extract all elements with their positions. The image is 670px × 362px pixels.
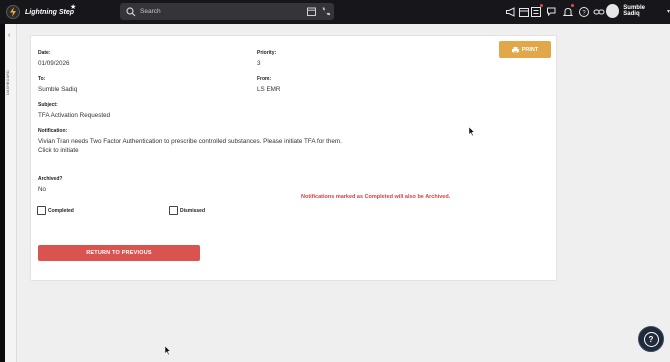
user-name: Sumble Sadiq [623, 5, 645, 17]
lightning-logo-icon [6, 5, 20, 19]
avatar [606, 4, 620, 18]
subject-label: Subject: [38, 102, 58, 108]
date-value: 01/09/2026 [38, 60, 70, 67]
calendar-icon[interactable] [518, 6, 530, 18]
collapsed-sidebar: ‹ DASHBOARD [5, 24, 17, 362]
app-name: Lightning Step [25, 8, 74, 16]
to-label: To: [38, 76, 46, 82]
search-bar[interactable] [120, 3, 334, 20]
subject-value: TFA Activation Requested [38, 112, 111, 119]
from-value: LS EMR [257, 86, 281, 93]
search-input[interactable] [140, 8, 290, 15]
completed-label[interactable]: Completed [48, 208, 74, 214]
brand[interactable]: Lightning Step [6, 3, 74, 21]
print-label: PRINT [521, 46, 539, 53]
from-label: From: [257, 76, 272, 82]
mouse-cursor-icon [469, 127, 475, 136]
top-navigation-bar: Lightning Step ★ ? [0, 0, 670, 24]
help-icon[interactable]: ? [578, 6, 590, 18]
bell-icon[interactable] [562, 6, 574, 18]
chat-icon[interactable] [546, 6, 558, 18]
notification-text: Vivian Tran needs Two Factor Authenticat… [38, 138, 342, 145]
sidebar-label[interactable]: DASHBOARD [6, 70, 16, 95]
star-icon[interactable]: ★ [70, 3, 76, 11]
priority-value: 3 [257, 60, 261, 67]
help-chat-button[interactable]: ? [638, 326, 664, 352]
bell-notification-dot [571, 4, 574, 7]
notification-label: Notification: [38, 128, 68, 134]
to-value: Sumble Sadiq [38, 86, 78, 93]
svg-text:?: ? [582, 10, 586, 16]
archive-warning: Notifications marked as Completed will a… [301, 194, 451, 200]
date-label: Date: [38, 50, 51, 56]
click-to-initiate-link[interactable]: Click to initiate [38, 147, 79, 154]
return-to-previous-button[interactable]: RETURN TO PREVIOUS [38, 245, 200, 261]
print-button[interactable]: PRINT [499, 41, 551, 58]
calendar-search-icon[interactable] [306, 6, 317, 17]
question-icon: ? [643, 331, 659, 347]
megaphone-icon[interactable] [505, 6, 517, 18]
list-icon[interactable] [530, 6, 542, 18]
archived-label: Archived? [38, 176, 63, 182]
mouse-cursor-icon [165, 346, 171, 355]
notification-card: PRINT Date: 01/09/2026 Priority: 3 To: S… [30, 35, 557, 281]
completed-checkbox[interactable] [37, 206, 46, 215]
list-notification-dot [540, 4, 543, 7]
search-icon [126, 6, 136, 16]
chevron-left-icon[interactable]: ‹ [8, 32, 10, 39]
phone-icon[interactable] [320, 6, 331, 17]
link-icon[interactable] [593, 6, 605, 18]
dismissed-checkbox[interactable] [169, 206, 178, 215]
archived-value: No [38, 186, 47, 193]
priority-label: Priority: [257, 50, 277, 56]
dismissed-label[interactable]: Dismissed [180, 208, 205, 214]
user-menu[interactable]: Sumble Sadiq ▾ [606, 4, 670, 18]
printer-icon [511, 46, 519, 53]
